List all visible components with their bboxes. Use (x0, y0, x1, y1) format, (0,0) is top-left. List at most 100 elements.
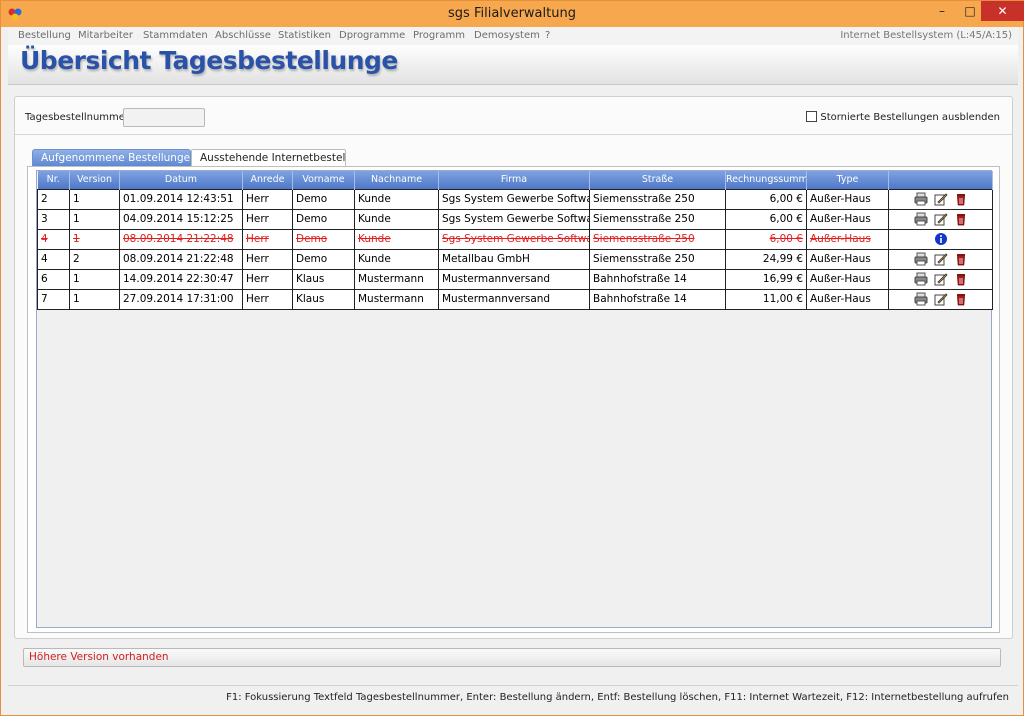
column-header-actions (888, 171, 993, 189)
print-icon[interactable] (914, 272, 928, 286)
maximize-button[interactable]: □ (957, 1, 983, 21)
menu-bestellung[interactable]: Bestellung (18, 30, 71, 41)
app-window: sgs Filialverwaltung – □ ✕ Bestellung Mi… (0, 0, 1024, 716)
cell-version: 1 (69, 268, 120, 290)
table-header-row: Nr. Version Datum Anrede Vorname Nachnam… (37, 171, 993, 189)
delete-icon[interactable] (954, 192, 968, 206)
info-icon[interactable] (934, 232, 948, 246)
cell-strasse: Bahnhofstraße 14 (589, 268, 726, 290)
window-title: sgs Filialverwaltung (448, 6, 576, 21)
cell-anrede: Herr (242, 188, 293, 210)
cell-nr: 4 (37, 248, 70, 270)
column-header-anrede[interactable]: Anrede (242, 171, 293, 189)
order-number-label: Tagesbestellnummer: (25, 112, 133, 123)
table-row[interactable]: 3 1 04.09.2014 15:12:25 Herr Demo Kunde Sgs Sy… (37, 208, 993, 230)
orders-grid[interactable]: Nr. Version Datum Anrede Vorname Nachnam… (36, 170, 993, 628)
footer-divider (8, 685, 1018, 686)
cell-vorname: Klaus (292, 268, 355, 290)
column-header-rechnungssumme[interactable]: Rechnungssumme (725, 171, 807, 189)
cell-datum: 27.09.2014 17:31:00 (119, 288, 243, 310)
cell-nr: 7 (37, 288, 70, 310)
delete-icon[interactable] (954, 212, 968, 226)
orders-grid-container: Nr. Version Datum Anrede Vorname Nachnam… (27, 166, 1000, 633)
cell-datum: 04.09.2014 15:12:25 (119, 208, 243, 230)
divider (15, 134, 1012, 135)
table-row[interactable]: 7 1 27.09.2014 17:31:00 Herr Klaus Mustermann… (37, 288, 993, 310)
cell-firma: Mustermannversand (438, 288, 590, 310)
cell-rechnungssumme: 6,00 € (725, 208, 807, 230)
orders-table-body: 2 1 01.09.2014 12:43:51 Herr Demo Kunde Sgs Sy… (37, 188, 993, 310)
close-button[interactable]: ✕ (981, 1, 1024, 21)
table-row[interactable]: 6 1 14.09.2014 22:30:47 Herr Klaus Mustermann… (37, 268, 993, 290)
title-bar[interactable]: sgs Filialverwaltung – □ ✕ (1, 1, 1024, 27)
cell-strasse: Siemensstraße 250 (589, 248, 726, 270)
column-header-nachname[interactable]: Nachname (354, 171, 439, 189)
keyboard-shortcuts-hint: F1: Fokussierung Textfeld Tagesbestellnu… (226, 692, 1009, 703)
cell-rechnungssumme: 24,99 € (725, 248, 807, 270)
cell-nr: 2 (37, 188, 70, 210)
orders-table: Nr. Version Datum Anrede Vorname Nachnam… (37, 171, 993, 310)
cell-strasse: Bahnhofstraße 14 (589, 288, 726, 310)
menu-mitarbeiter[interactable]: Mitarbeiter (78, 30, 133, 41)
print-icon[interactable] (914, 212, 928, 226)
menu-statistiken[interactable]: Statistiken (278, 30, 331, 41)
edit-icon[interactable] (934, 272, 948, 286)
cell-nachname: Mustermann (354, 288, 439, 310)
edit-icon[interactable] (934, 292, 948, 306)
order-number-input[interactable] (123, 108, 205, 127)
menu-programm[interactable]: Programm (413, 30, 465, 41)
menu-abschluesse[interactable]: Abschlüsse (215, 30, 271, 41)
cell-vorname: Demo (292, 248, 355, 270)
hide-cancelled-checkbox[interactable] (806, 111, 818, 122)
cell-firma: Sgs System Gewerbe Software (438, 208, 590, 230)
cell-nr: 6 (37, 268, 70, 290)
cell-firma: Mustermannversand (438, 268, 590, 290)
column-header-vorname[interactable]: Vorname (292, 171, 355, 189)
cell-type: Außer-Haus (806, 208, 889, 230)
minimize-button[interactable]: – (929, 1, 955, 21)
column-header-datum[interactable]: Datum (119, 171, 243, 189)
menu-demosystem[interactable]: Demosystem (474, 30, 540, 41)
column-header-version[interactable]: Version (69, 171, 120, 189)
cell-rechnungssumme: 6,00 € (725, 228, 807, 250)
delete-icon[interactable] (954, 292, 968, 306)
column-header-type[interactable]: Type (806, 171, 889, 189)
cell-anrede: Herr (242, 248, 293, 270)
delete-icon[interactable] (954, 272, 968, 286)
edit-icon[interactable] (934, 192, 948, 206)
cell-type: Außer-Haus (806, 288, 889, 310)
cell-version: 2 (69, 248, 120, 270)
print-icon[interactable] (914, 192, 928, 206)
page-title: Übersicht Tagesbestellunge (20, 46, 398, 75)
edit-icon[interactable] (934, 212, 948, 226)
cell-rechnungssumme: 11,00 € (725, 288, 807, 310)
menu-stammdaten[interactable]: Stammdaten (143, 30, 208, 41)
cell-rechnungssumme: 16,99 € (725, 268, 807, 290)
cell-actions (888, 248, 993, 270)
column-header-firma[interactable]: Firma (438, 171, 590, 189)
tab-pending-internet-orders[interactable]: Ausstehende Internetbestellung (191, 149, 346, 167)
column-header-strasse[interactable]: Straße (589, 171, 726, 189)
column-header-nr[interactable]: Nr. (37, 171, 70, 189)
hide-cancelled-label: Stornierte Bestellungen ausblenden (820, 112, 1000, 123)
tab-accepted-orders[interactable]: Aufgenommene Bestellungen (32, 149, 197, 167)
table-row[interactable]: 2 1 01.09.2014 12:43:51 Herr Demo Kunde Sgs Sy… (37, 188, 993, 210)
delete-icon[interactable] (954, 252, 968, 266)
menu-help[interactable]: ? (545, 30, 550, 41)
cell-datum: 14.09.2014 22:30:47 (119, 268, 243, 290)
edit-icon[interactable] (934, 252, 948, 266)
cell-version: 1 (69, 288, 120, 310)
cell-type: Außer-Haus (806, 188, 889, 210)
table-row[interactable]: 4 2 08.09.2014 21:22:48 Herr Demo Kunde Metall… (37, 248, 993, 270)
hide-cancelled-toggle[interactable]: Stornierte Bestellungen ausblenden (806, 111, 1000, 123)
cell-nachname: Kunde (354, 208, 439, 230)
print-icon[interactable] (914, 252, 928, 266)
cell-nachname: Kunde (354, 188, 439, 210)
cell-anrede: Herr (242, 228, 293, 250)
cell-datum: 08.09.2014 21:22:48 (119, 228, 243, 250)
menu-dprogramme[interactable]: Dprogramme (339, 30, 405, 41)
print-icon[interactable] (914, 292, 928, 306)
cell-version: 1 (69, 188, 120, 210)
cell-vorname: Demo (292, 208, 355, 230)
table-row-cancelled[interactable]: 4 1 08.09.2014 21:22:48 Herr Demo Kunde Sgs Sy… (37, 228, 993, 250)
